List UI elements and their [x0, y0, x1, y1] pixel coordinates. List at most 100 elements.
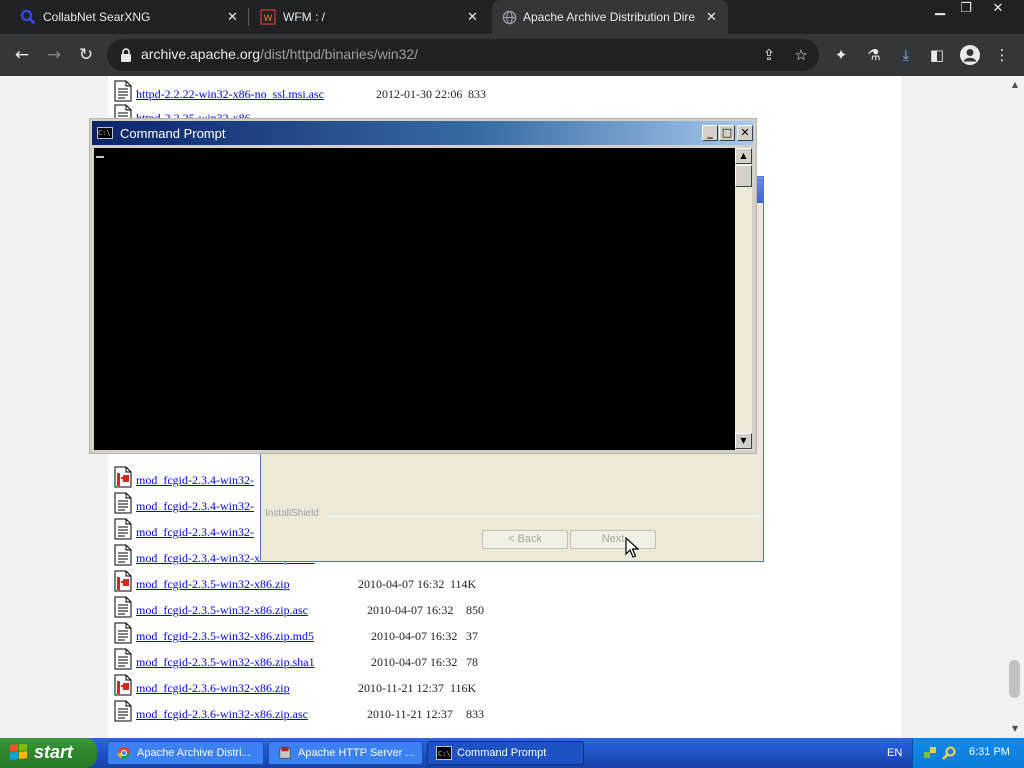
list-item: mod_fcgid-2.3.5-win32-x86.zip.asc 2010-04… — [113, 596, 713, 620]
maximize-icon[interactable]: □ — [719, 125, 735, 141]
file-link[interactable]: mod_fcgid-2.3.6-win32-x86.zip.asc — [136, 707, 308, 722]
file-link[interactable]: mod_fcgid-2.3.5-win32-x86.zip.sha1 — [136, 655, 315, 670]
back-arrow-icon[interactable]: ← — [11, 44, 33, 66]
file-size: 833 — [466, 707, 484, 721]
file-link[interactable]: mod_fcgid-2.3.4-win32- — [136, 525, 254, 540]
tab-title: Apache Archive Distribution Directo — [523, 10, 695, 24]
lock-icon — [121, 48, 131, 62]
back-button[interactable]: < Back — [482, 530, 568, 549]
url-host: archive.apache.org — [141, 46, 261, 62]
address-bar[interactable]: archive.apache.org/dist/httpd/binaries/w… — [107, 39, 819, 71]
task-installer[interactable]: Apache HTTP Server ... — [268, 741, 423, 765]
menu-kebab-icon[interactable]: ⋮ — [992, 45, 1012, 65]
download-icon[interactable]: ⤓ — [896, 45, 916, 65]
profile-avatar-icon[interactable] — [959, 44, 981, 66]
search-icon[interactable] — [941, 745, 957, 761]
cmd-title: Command Prompt — [120, 126, 226, 141]
scroll-up-icon[interactable]: ▲ — [1010, 80, 1020, 90]
text-cursor — [96, 156, 104, 158]
file-date: 2010-11-21 12:37 — [358, 681, 444, 695]
list-item: mod_fcgid-2.3.5-win32-x86.zip.sha1 2010-0… — [113, 648, 713, 672]
file-link[interactable]: mod_fcgid-2.3.5-win32-x86.zip.md5 — [136, 629, 314, 644]
scroll-thumb[interactable] — [735, 165, 752, 187]
file-date: 2010-04-07 16:32 — [367, 603, 454, 617]
file-link[interactable]: mod_fcgid-2.3.5-win32-x86.zip.asc — [136, 603, 308, 618]
file-size: 114K — [450, 577, 477, 591]
scroll-down-icon[interactable]: ▼ — [735, 433, 752, 449]
close-icon[interactable]: ✕ — [227, 9, 238, 25]
list-item: mod_fcgid-2.3.6-win32-x86.zip 2010-11-21 … — [113, 674, 713, 698]
tab-separator — [248, 8, 249, 26]
close-icon[interactable]: ✕ — [706, 9, 717, 25]
window-restore-icon[interactable]: ❐ — [952, 0, 980, 20]
forward-arrow-icon[interactable]: → — [43, 44, 65, 66]
mouse-cursor-icon — [625, 537, 639, 558]
tab-searxng[interactable]: CollabNet SearXNG ✕ — [8, 0, 246, 34]
start-label: start — [34, 742, 74, 762]
chrome-icon — [117, 746, 131, 760]
file-link[interactable]: mod_fcgid-2.3.6-win32-x86.zip — [136, 681, 290, 696]
search-favicon — [21, 10, 36, 25]
list-item: httpd-2.2.22-win32-x86-no_ssl.msi.asc 201… — [113, 80, 713, 104]
extensions-icon[interactable]: ✦ — [831, 45, 851, 65]
file-link[interactable]: mod_fcgid-2.3.4-win32- — [136, 473, 254, 488]
globe-favicon — [502, 10, 517, 25]
clock: 6:31 PM — [969, 746, 1010, 758]
next-button[interactable]: Next — [570, 530, 656, 549]
window-minimize-icon[interactable]: ▁ — [926, 0, 954, 20]
task-browser[interactable]: Apache Archive Distri... — [107, 741, 264, 765]
tab-apache-archive[interactable]: Apache Archive Distribution Directo ✕ — [492, 0, 728, 34]
zip-file-icon — [113, 570, 133, 592]
task-label: Apache Archive Distri... — [137, 747, 251, 759]
windows-flag-icon — [10, 744, 27, 760]
text-file-icon — [113, 622, 133, 644]
scroll-thumb[interactable] — [1009, 660, 1020, 698]
side-panel-icon[interactable]: ◧ — [927, 45, 947, 65]
file-link[interactable]: httpd-2.2.22-win32-x86-no_ssl.msi.asc — [136, 87, 324, 102]
file-size: 850 — [466, 603, 484, 617]
start-button[interactable]: start — [0, 738, 97, 768]
window-close-icon[interactable]: ✕ — [984, 0, 1012, 20]
file-size: 116K — [450, 681, 477, 695]
text-file-icon — [113, 596, 133, 618]
installshield-brand: InstallShield — [265, 508, 319, 519]
cmd-icon: C:\ — [436, 746, 452, 760]
scroll-down-icon[interactable]: ▼ — [1010, 724, 1020, 734]
reload-icon[interactable]: ↻ — [75, 44, 97, 66]
file-link[interactable]: mod_fcgid-2.3.4-win32- — [136, 499, 254, 514]
tab-title: WFM : / — [283, 10, 325, 24]
labs-flask-icon[interactable]: ⚗ — [864, 45, 884, 65]
file-size: 833 — [468, 87, 486, 101]
browser-tabstrip: CollabNet SearXNG ✕ W WFM : / ✕ Apache A… — [0, 0, 1024, 34]
share-icon[interactable]: ⇪ — [759, 45, 779, 65]
language-indicator[interactable]: EN — [887, 747, 902, 759]
tab-title: CollabNet SearXNG — [43, 10, 151, 24]
scroll-up-icon[interactable]: ▲ — [735, 148, 752, 164]
cmd-console[interactable] — [94, 148, 735, 450]
zip-file-icon — [113, 466, 133, 488]
task-label: Command Prompt — [457, 747, 547, 759]
task-label: Apache HTTP Server ... — [298, 747, 415, 759]
text-file-icon — [113, 648, 133, 670]
file-date: 2010-04-07 16:32 — [371, 629, 458, 643]
file-size: 78 — [466, 655, 478, 669]
file-link[interactable]: mod_fcgid-2.3.5-win32-x86.zip — [136, 577, 290, 592]
url-path: /dist/httpd/binaries/win32/ — [260, 46, 419, 62]
network-icon[interactable] — [923, 745, 939, 761]
bookmark-star-icon[interactable]: ☆ — [791, 45, 811, 65]
text-file-icon — [113, 518, 133, 540]
system-tray: 6:31 PM — [912, 738, 1024, 768]
close-icon[interactable]: ✕ — [737, 125, 753, 141]
divider — [327, 516, 759, 517]
list-item: mod_fcgid-2.3.6-win32-x86.zip.asc 2010-11… — [113, 700, 713, 724]
page-scrollbar[interactable]: ▲ ▼ — [1006, 76, 1024, 738]
cmd-titlebar[interactable]: C:\ Command Prompt _ □ ✕ — [92, 121, 754, 145]
minimize-icon[interactable]: _ — [702, 125, 718, 141]
command-prompt-window: C:\ Command Prompt _ □ ✕ ▲ ▼ — [89, 118, 757, 454]
close-icon[interactable]: ✕ — [467, 9, 478, 25]
cmd-scrollbar[interactable]: ▲ ▼ — [735, 148, 752, 450]
task-command-prompt[interactable]: C:\ Command Prompt — [427, 741, 584, 765]
list-item: mod_fcgid-2.3.5-win32-x86.zip.md5 2010-04… — [113, 622, 713, 646]
tab-wfm[interactable]: W WFM : / ✕ — [250, 0, 488, 34]
list-item: mod_fcgid-2.3.5-win32-x86.zip 2010-04-07 … — [113, 570, 713, 594]
